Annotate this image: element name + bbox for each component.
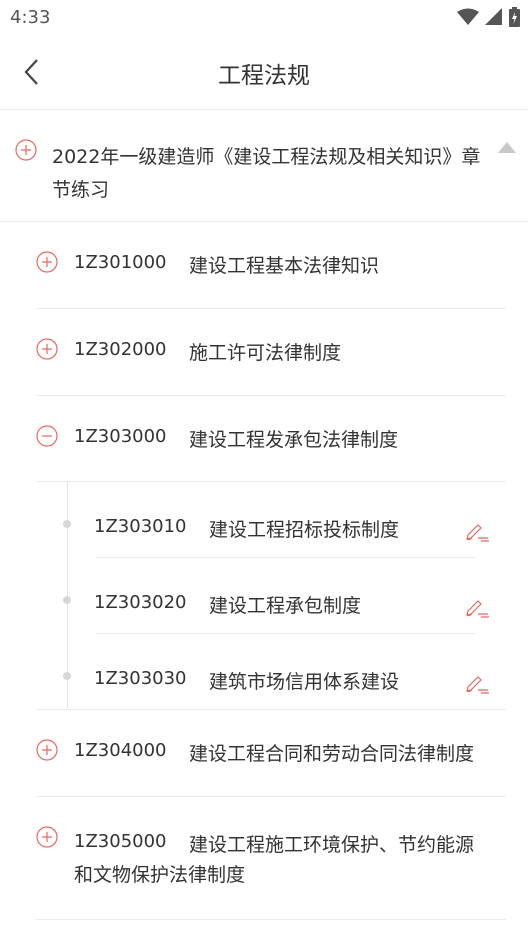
tree-dot — [63, 672, 71, 680]
section-code: 1Z305000 — [74, 831, 167, 852]
minus-circle-icon[interactable] — [36, 425, 58, 447]
caret-up-icon[interactable] — [498, 140, 516, 154]
tree-dot — [63, 596, 71, 604]
subsection-row[interactable]: 1Z303010 建设工程招标投标制度 — [58, 482, 498, 558]
section-title: 建设工程施工环境保护、节约能源 — [189, 834, 475, 856]
plus-circle-icon[interactable] — [36, 338, 58, 360]
subsection-title: 建设工程招标投标制度 — [209, 519, 400, 541]
plus-circle-icon[interactable] — [36, 251, 58, 273]
signal-icon — [485, 8, 502, 25]
subsection-code: 1Z303010 — [94, 516, 187, 537]
pen-icon[interactable] — [464, 674, 490, 696]
status-bar: 4:33 — [0, 0, 528, 36]
section-title: 建设工程基本法律知识 — [189, 255, 380, 277]
section-title: 建设工程发承包法律制度 — [189, 429, 399, 451]
section-code: 1Z301000 — [74, 252, 167, 273]
section-code: 1Z304000 — [74, 740, 167, 761]
status-icons — [457, 7, 520, 27]
section-code: 1Z302000 — [74, 339, 167, 360]
section-row[interactable]: 1Z301000 建设工程基本法律知识 — [36, 222, 506, 309]
section-row[interactable]: 1Z304000 建设工程合同和劳动合同法律制度 — [36, 710, 506, 797]
subsection-title: 建设工程承包制度 — [209, 595, 362, 617]
section-title: 施工许可法律制度 — [189, 342, 342, 364]
subsection-code: 1Z303030 — [94, 668, 187, 689]
chapter-row[interactable]: 2022年一级建造师《建设工程法规及相关知识》章节练习 — [0, 110, 528, 222]
page-title: 工程法规 — [218, 63, 310, 89]
pen-icon[interactable] — [464, 598, 490, 620]
subsection-code: 1Z303020 — [94, 592, 187, 613]
header: 工程法规 — [0, 36, 528, 110]
plus-circle-icon[interactable] — [36, 826, 58, 848]
wifi-icon — [457, 8, 479, 25]
section-title: 建设工程合同和劳动合同法律制度 — [189, 743, 475, 765]
plus-circle-icon[interactable] — [36, 739, 58, 761]
section-row[interactable]: 1Z305000 建设工程施工环境保护、节约能源 和文物保护法律制度 — [36, 797, 506, 920]
section-row[interactable]: 1Z302000 施工许可法律制度 — [36, 309, 506, 396]
section-code: 1Z303000 — [74, 426, 167, 447]
battery-icon — [509, 7, 520, 27]
status-time: 4:33 — [10, 7, 51, 28]
subsection-title: 建筑市场信用体系建设 — [209, 671, 400, 693]
section-title-cont: 和文物保护法律制度 — [74, 864, 246, 886]
plus-circle-icon[interactable] — [15, 139, 37, 161]
chapter-title: 2022年一级建造师《建设工程法规及相关知识》章节练习 — [52, 146, 481, 201]
pen-icon[interactable] — [464, 522, 490, 544]
section-row[interactable]: 1Z303000 建设工程发承包法律制度 — [36, 396, 506, 482]
tree-dot — [63, 520, 71, 528]
subsection-row[interactable]: 1Z303030 建筑市场信用体系建设 — [58, 634, 498, 710]
subsection-row[interactable]: 1Z303020 建设工程承包制度 — [58, 558, 498, 634]
